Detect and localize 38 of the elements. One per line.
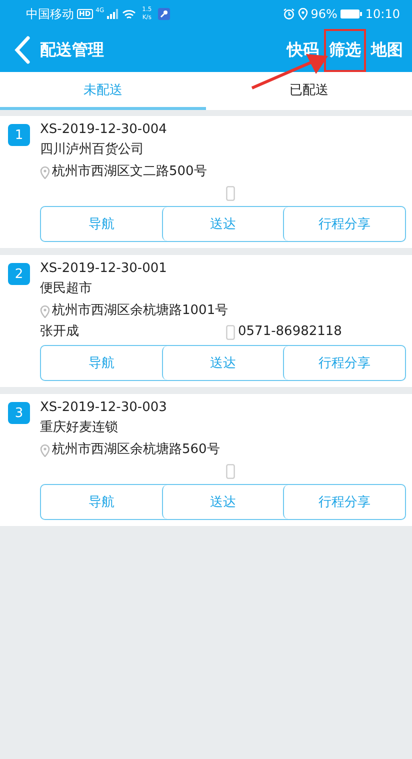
- action-button[interactable]: 行程分享: [283, 207, 406, 241]
- address-text: 杭州市西湖区余杭塘路560号: [52, 441, 220, 459]
- customer-name: 便民超市: [40, 280, 93, 298]
- signal-icon: [107, 9, 120, 19]
- phone-icon: [226, 186, 235, 200]
- contact-name: 张开成: [40, 324, 79, 339]
- clock-time: 10:10: [365, 7, 400, 21]
- action-button[interactable]: 行程分享: [283, 346, 406, 380]
- order-number: XS-2019-12-30-001: [40, 260, 168, 278]
- customer-name: 重庆好麦连锁: [40, 419, 119, 437]
- phone-icon: [226, 464, 235, 478]
- alarm-icon: [282, 8, 295, 20]
- order-number: XS-2019-12-30-003: [40, 399, 168, 417]
- battery-percent: 96%: [310, 7, 338, 21]
- battery-icon: [340, 9, 362, 19]
- key-icon: [158, 8, 170, 20]
- order-number: XS-2019-12-30-004: [40, 121, 168, 139]
- customer-name: 四川泸州百货公司: [40, 141, 145, 159]
- location-icon: [40, 304, 50, 318]
- header-action[interactable]: 筛选: [324, 28, 366, 72]
- back-icon[interactable]: [14, 36, 30, 64]
- index-badge: 1: [8, 124, 30, 146]
- wifi-icon: [122, 8, 136, 20]
- index-badge: 2: [8, 263, 30, 285]
- action-button[interactable]: 行程分享: [283, 485, 406, 519]
- phone-icon: [226, 324, 235, 340]
- carrier-name: 中国移动: [26, 6, 74, 22]
- index-badge: 3: [8, 402, 30, 424]
- tab[interactable]: 未配送: [0, 72, 206, 110]
- page-title: 配送管理: [40, 40, 104, 60]
- address-text: 杭州市西湖区文二路500号: [52, 163, 207, 181]
- address-text: 杭州市西湖区余杭塘路1001号: [52, 302, 228, 320]
- phone-number: 0571-86982118: [238, 323, 342, 341]
- header-action[interactable]: 地图: [366, 32, 408, 68]
- location-icon: [40, 166, 50, 178]
- tab[interactable]: 已配送: [206, 72, 412, 110]
- location-icon: [40, 444, 50, 456]
- location-icon: [298, 8, 308, 20]
